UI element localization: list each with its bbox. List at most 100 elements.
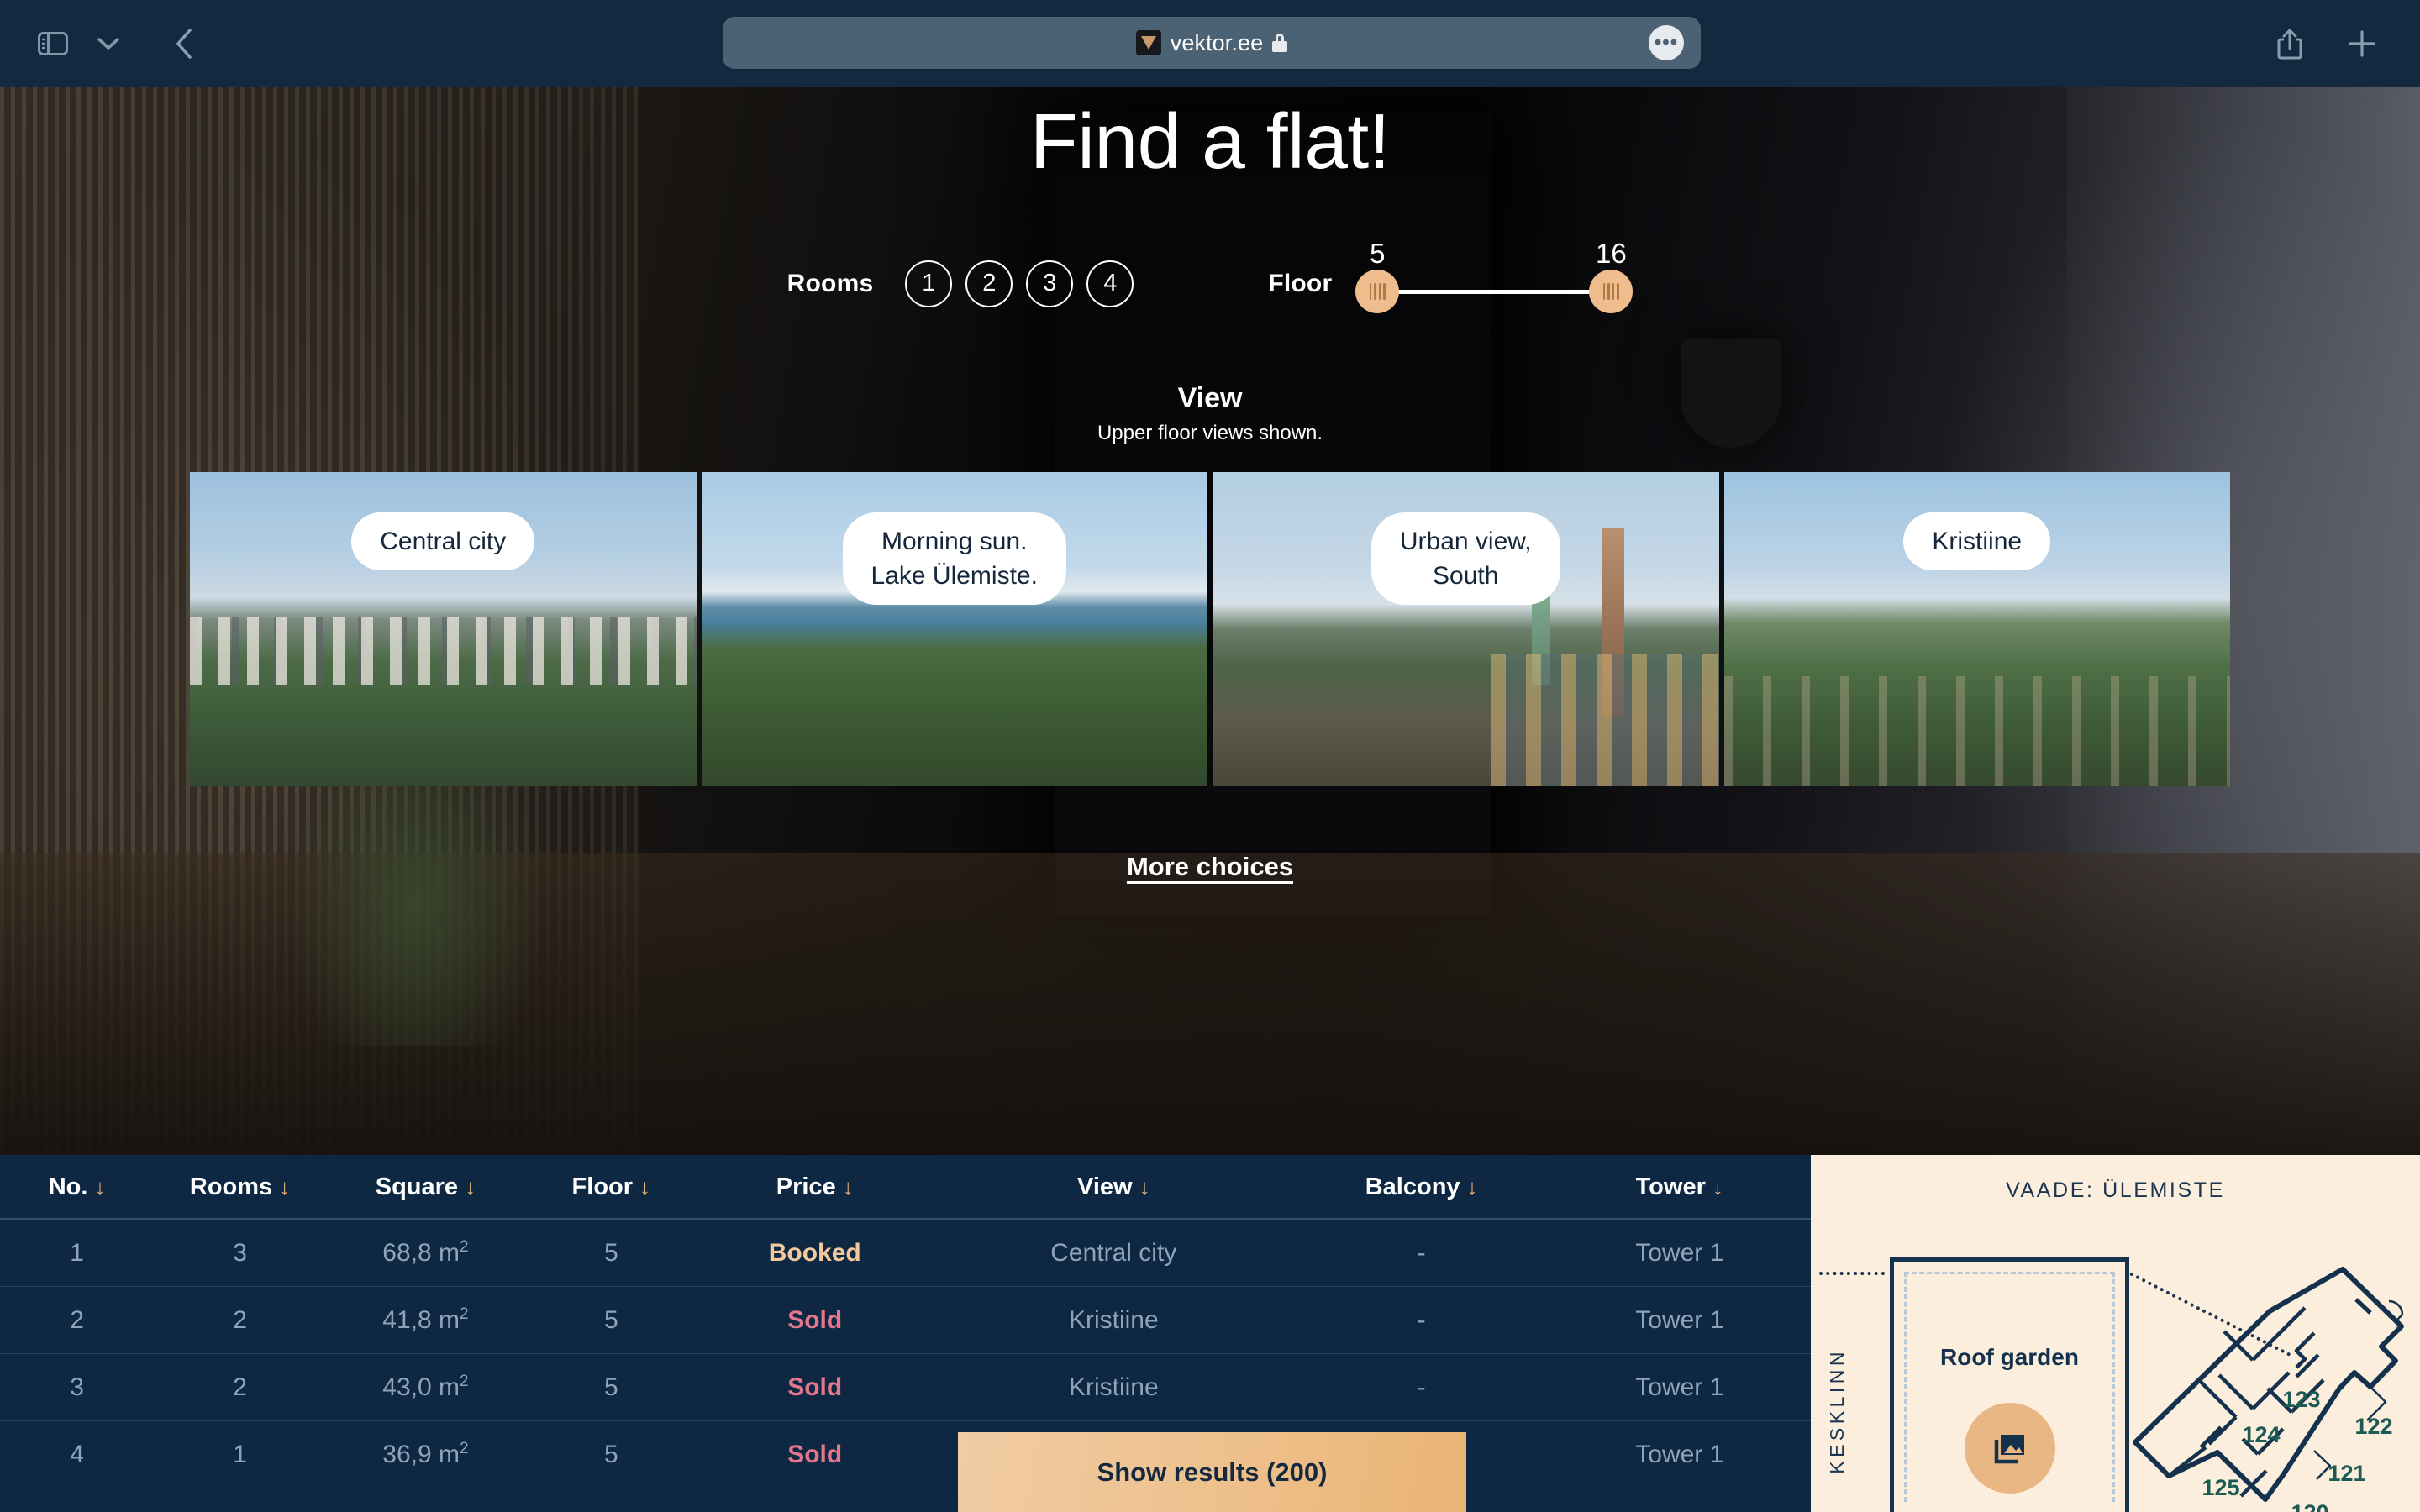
column-label: Balcony: [1365, 1173, 1460, 1200]
cell-floor: 5: [524, 1420, 697, 1488]
cell-no: 2: [0, 1286, 155, 1354]
sort-arrow-icon[interactable]: ↓: [1139, 1174, 1150, 1200]
floor-slider-handle-min[interactable]: [1355, 269, 1400, 313]
cell-price: Sold: [697, 1420, 933, 1488]
view-card-kristiine[interactable]: Kristiine: [1723, 471, 2230, 786]
floor-slider-handle-max[interactable]: [1589, 269, 1634, 313]
view-card-central-city[interactable]: Central city: [190, 471, 697, 786]
square-unit-exponent: 2: [459, 1305, 469, 1323]
image-icon: [1994, 1435, 2024, 1464]
back-button-icon[interactable]: [160, 19, 208, 68]
floor-label: Floor: [1268, 269, 1333, 297]
floorplan-dotted-line-left: [1819, 1272, 1885, 1275]
floor-range-slider[interactable]: 5 16: [1355, 238, 1634, 330]
square-unit-exponent: 2: [459, 1373, 469, 1390]
room-option-3[interactable]: 3: [1026, 260, 1074, 307]
cell-floor: 5: [524, 1219, 697, 1287]
view-card-morning-sun[interactable]: Morning sun. Lake Ülemiste.: [701, 471, 1207, 786]
more-choices-link[interactable]: More choices: [1127, 852, 1293, 881]
column-header-floor[interactable]: Floor ↓: [525, 1155, 697, 1219]
floorplan-apartment-122[interactable]: 122: [2354, 1414, 2392, 1439]
view-filter-section: View Upper floor views shown. Central ci…: [0, 382, 2420, 786]
room-option-1[interactable]: 1: [905, 260, 953, 307]
column-label: No.: [48, 1173, 88, 1200]
table-row[interactable]: 3 2 43,0 m2 5 Sold Kristiine - Tower 1: [0, 1353, 1811, 1421]
cell-tower: Tower 1: [1548, 1219, 1811, 1287]
sort-arrow-icon[interactable]: ↓: [465, 1174, 476, 1200]
rooms-filter-group: Rooms 1 2 3 4: [787, 260, 1134, 307]
room-option-4[interactable]: 4: [1086, 260, 1134, 307]
rooms-label: Rooms: [786, 269, 874, 297]
results-table: No. ↓ Rooms ↓ Square ↓ Floor ↓ Price ↓ View ↓ …: [0, 1155, 1811, 1488]
roof-garden-label: Roof garden: [1940, 1344, 2079, 1370]
cell-rooms: 2: [154, 1286, 326, 1354]
roof-garden-gallery-button[interactable]: [1964, 1403, 2055, 1494]
view-card-label: Central city: [351, 512, 535, 570]
chevron-down-icon[interactable]: [84, 19, 133, 68]
sort-arrow-icon[interactable]: ↓: [94, 1174, 105, 1200]
column-label: View: [1077, 1173, 1133, 1200]
column-header-tower[interactable]: Tower ↓: [1548, 1155, 1811, 1219]
results-table-body: 1 3 68,8 m2 5 Booked Central city - Tower 1 2 2 41…: [0, 1219, 1811, 1488]
toolbar-right-group: [2265, 19, 2386, 68]
roof-garden-box: Roof garden: [1890, 1257, 2129, 1512]
cell-no: 3: [0, 1353, 155, 1421]
floor-slider-track[interactable]: [1382, 289, 1607, 294]
view-card-label: Urban view, South: [1370, 512, 1560, 606]
room-option-2[interactable]: 2: [965, 260, 1013, 307]
column-header-price[interactable]: Price ↓: [697, 1155, 933, 1219]
show-results-button[interactable]: Show results (200): [958, 1432, 1466, 1512]
sort-arrow-icon[interactable]: ↓: [1467, 1174, 1478, 1200]
cell-floor: 5: [524, 1353, 697, 1421]
column-header-no[interactable]: No. ↓: [0, 1155, 154, 1219]
table-row[interactable]: 1 3 68,8 m2 5 Booked Central city - Tower 1: [0, 1219, 1811, 1287]
floorplan-apartment-125[interactable]: 125: [2202, 1475, 2239, 1500]
table-row[interactable]: 4136,9 m25Sold-Tower 1: [0, 1420, 1811, 1488]
view-card-label: Morning sun. Lake Ülemiste.: [842, 512, 1066, 606]
sort-arrow-icon[interactable]: ↓: [1712, 1174, 1723, 1200]
page-settings-icon[interactable]: •••: [1649, 25, 1684, 60]
share-icon[interactable]: [2265, 19, 2314, 68]
floorplan-apartment-121[interactable]: 121: [2328, 1461, 2365, 1486]
column-header-balcony[interactable]: Balcony ↓: [1295, 1155, 1549, 1219]
cell-rooms: 2: [154, 1353, 326, 1421]
floorplan-apartment-123[interactable]: 123: [2282, 1387, 2320, 1412]
new-tab-icon[interactable]: [2338, 19, 2386, 68]
cell-price: Sold: [697, 1353, 933, 1421]
results-table-wrap: No. ↓ Rooms ↓ Square ↓ Floor ↓ Price ↓ View ↓ …: [0, 1155, 1811, 1512]
column-header-rooms[interactable]: Rooms ↓: [154, 1155, 326, 1219]
cell-rooms: 1: [154, 1420, 326, 1488]
floorplan-kesklinn-label: KESKLINN: [1826, 1348, 1848, 1474]
cell-square: 43,0 m2: [325, 1353, 525, 1421]
hero-content: Find a flat! Rooms 1 2 3 4 Floor 5 16 Vi…: [0, 87, 2420, 882]
filters-row: Rooms 1 2 3 4 Floor 5 16: [0, 238, 2420, 330]
view-card-urban-view-south[interactable]: Urban view, South: [1213, 471, 1719, 786]
cell-floor: 5: [524, 1286, 697, 1354]
address-bar[interactable]: vektor.ee •••: [723, 17, 1701, 69]
cell-square: 68,8 m2: [325, 1219, 525, 1287]
rooms-buttons: 1 2 3 4: [905, 260, 1134, 307]
sort-arrow-icon[interactable]: ↓: [639, 1174, 650, 1200]
sort-arrow-icon[interactable]: ↓: [843, 1174, 854, 1200]
table-row[interactable]: 2 2 41,8 m2 5 Sold Kristiine - Tower 1: [0, 1286, 1811, 1354]
url-text: vektor.ee: [1170, 29, 1264, 55]
view-subheading: Upper floor views shown.: [1097, 421, 1323, 444]
column-header-view[interactable]: View ↓: [933, 1155, 1295, 1219]
column-label: Tower: [1635, 1173, 1706, 1200]
cell-view: Kristiine: [932, 1286, 1295, 1354]
cell-balcony: -: [1294, 1286, 1549, 1354]
hero-section: Find a flat! Rooms 1 2 3 4 Floor 5 16 Vi…: [0, 87, 2420, 1155]
floorplan-panel: VAADE: ÜLEMISTE KESKLINN Roof garden 123…: [1811, 1155, 2420, 1512]
floorplan-apartment-124[interactable]: 124: [2242, 1422, 2280, 1447]
floorplan-view-label: VAADE: ÜLEMISTE: [2006, 1179, 2225, 1202]
column-header-square[interactable]: Square ↓: [326, 1155, 525, 1219]
view-card-label: Kristiine: [1903, 512, 2051, 570]
sidebar-toggle-icon[interactable]: [29, 19, 77, 68]
results-table-header-row: No. ↓ Rooms ↓ Square ↓ Floor ↓ Price ↓ View ↓ …: [0, 1155, 1811, 1219]
chimney-decor: [1602, 528, 1624, 717]
square-unit-exponent: 2: [459, 1238, 469, 1256]
sort-arrow-icon[interactable]: ↓: [279, 1174, 290, 1200]
floorplan-drawing[interactable]: 123122124121125120126119127: [2118, 1256, 2420, 1512]
cell-tower: Tower 1: [1548, 1286, 1811, 1354]
floorplan-apartment-120[interactable]: 120: [2291, 1500, 2328, 1512]
